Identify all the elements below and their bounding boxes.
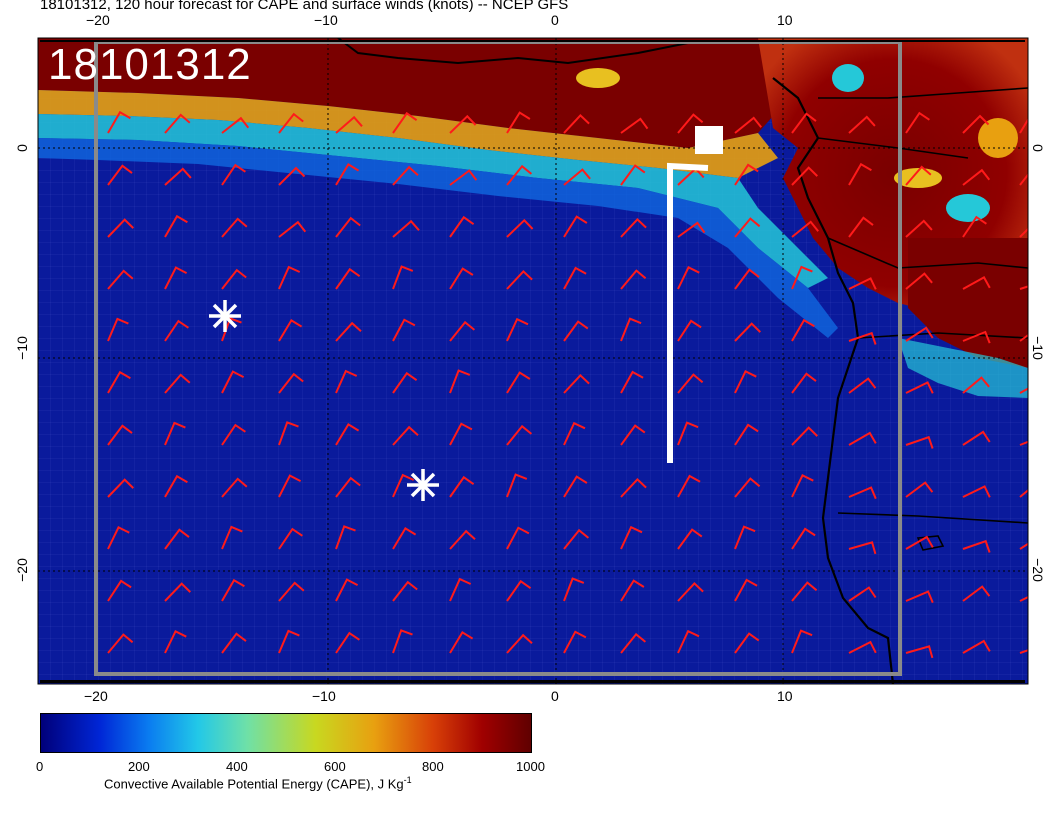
colorbar-tick: 400 — [226, 759, 248, 774]
colorbar-tick: 600 — [324, 759, 346, 774]
right-tick-label: −10 — [1029, 336, 1046, 360]
chart-title: 18101312, 120 hour forecast for CAPE and… — [40, 0, 569, 13]
colorbar-title: Convective Available Potential Energy (C… — [104, 775, 412, 792]
forecast-date-label: 18101312 — [48, 40, 252, 89]
colorbar-tick: 800 — [422, 759, 444, 774]
top-tick-label: −10 — [314, 12, 338, 28]
top-tick-label: 0 — [551, 12, 559, 28]
cape-map-canvas — [38, 38, 1028, 684]
left-tick-label: −20 — [13, 558, 30, 582]
right-tick-label: −20 — [1029, 558, 1046, 582]
cape-map: 18101312 — [38, 38, 1028, 684]
top-tick-label: −20 — [86, 12, 110, 28]
cape-blob — [978, 118, 1018, 158]
colorbar-tick: 1000 — [516, 759, 545, 774]
left-tick-label: 0 — [13, 144, 30, 152]
colorbar-tick: 0 — [36, 759, 44, 774]
cape-blob — [576, 68, 620, 88]
right-tick-label: 0 — [1029, 144, 1046, 152]
colorbar-tick: 200 — [128, 759, 150, 774]
cape-blob — [832, 64, 864, 92]
left-tick-label: −10 — [13, 336, 30, 360]
bottom-tick-label: −20 — [84, 688, 108, 704]
cape-blob — [946, 194, 990, 222]
bottom-tick-label: 10 — [777, 688, 793, 704]
track-end-square — [695, 126, 723, 154]
colorbar — [40, 713, 532, 753]
bottom-tick-label: −10 — [312, 688, 336, 704]
bottom-tick-label: 0 — [551, 688, 559, 704]
top-tick-label: 10 — [777, 12, 793, 28]
